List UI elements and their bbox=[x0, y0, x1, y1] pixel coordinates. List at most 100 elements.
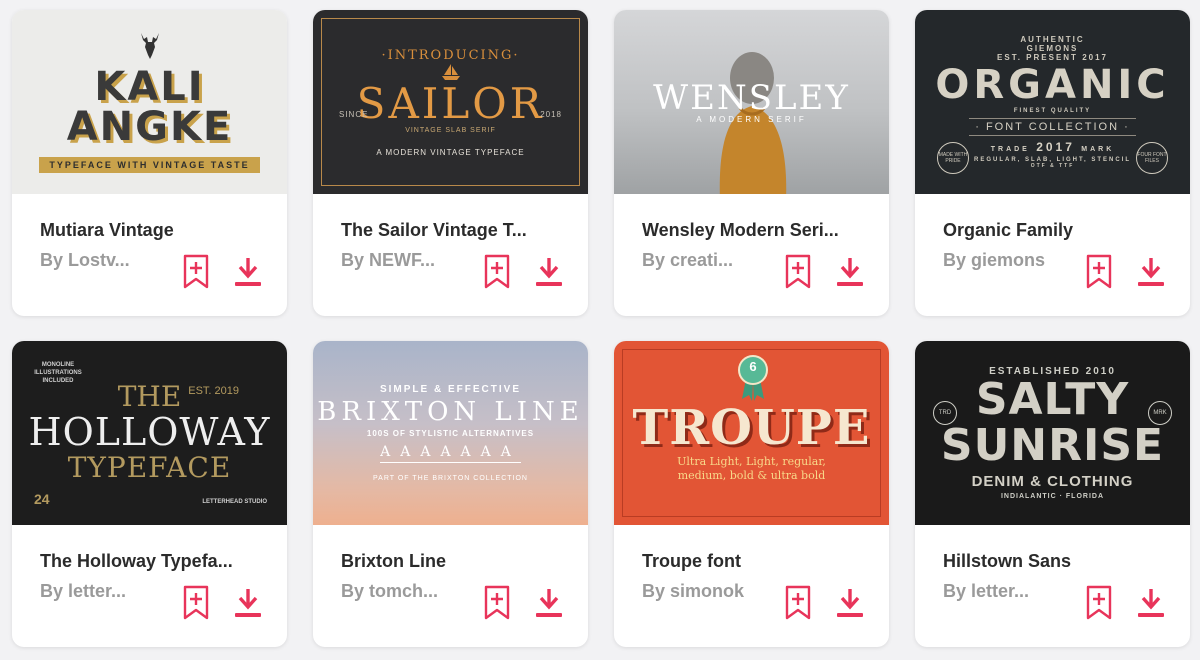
font-title[interactable]: Hillstown Sans bbox=[943, 551, 1153, 572]
card-info: The Holloway Typefa... By letter... bbox=[12, 525, 287, 647]
bookmark-add-icon bbox=[1086, 585, 1112, 620]
preview-location: INDIALANTIC · FLORIDA bbox=[1000, 493, 1105, 500]
preview-tagline: TYPEFACE WITH VINTAGE TASTE bbox=[39, 157, 260, 173]
bookmark-button[interactable] bbox=[483, 254, 511, 290]
preview-subtitle: TYPEFACE bbox=[67, 451, 232, 484]
font-preview-image[interactable]: SIMPLE & EFFECTIVE BRIXTON LINE 100S OF … bbox=[313, 341, 588, 525]
download-button[interactable] bbox=[234, 256, 262, 288]
bookmark-button[interactable] bbox=[1085, 585, 1113, 621]
download-button[interactable] bbox=[234, 587, 262, 619]
preview-badge-right: MRK bbox=[1148, 401, 1172, 425]
preview-trade: TRADE bbox=[990, 146, 1030, 153]
download-button[interactable] bbox=[535, 587, 563, 619]
font-preview-image[interactable]: ·INTRODUCING· SINCE 2018 SAILOR VINTAGE … bbox=[313, 10, 588, 194]
preview-subtitle: A MODERN SERIF bbox=[696, 114, 807, 124]
card-info: Wensley Modern Seri... By creati... bbox=[614, 194, 889, 316]
font-preview-image[interactable]: ESTABLISHED 2010 SALTY SUNRISE DENIM & C… bbox=[915, 341, 1190, 525]
font-author[interactable]: By letter... bbox=[943, 581, 1083, 602]
font-title[interactable]: The Sailor Vintage T... bbox=[341, 220, 551, 241]
font-title[interactable]: Mutiara Vintage bbox=[40, 220, 250, 241]
font-card[interactable]: ·INTRODUCING· SINCE 2018 SAILOR VINTAGE … bbox=[313, 10, 588, 316]
font-author[interactable]: By creati... bbox=[642, 250, 782, 271]
preview-the: THE bbox=[117, 380, 182, 413]
font-author[interactable]: By letter... bbox=[40, 581, 180, 602]
download-button[interactable] bbox=[836, 587, 864, 619]
preview-headline: BRIXTON LINE bbox=[317, 397, 584, 427]
preview-est-row: EST. PRESENT 2017 bbox=[997, 53, 1108, 62]
preview-top-text: SIMPLE & EFFECTIVE bbox=[379, 384, 521, 395]
font-title[interactable]: The Holloway Typefa... bbox=[40, 551, 250, 572]
preview-formats: OTF & TTF bbox=[1030, 163, 1075, 169]
font-card[interactable]: AUTHENTIC GIEMONS EST. PRESENT 2017 ORGA… bbox=[915, 10, 1190, 316]
bookmark-add-icon bbox=[785, 585, 811, 620]
font-card[interactable]: ESTABLISHED 2010 SALTY SUNRISE DENIM & C… bbox=[915, 341, 1190, 647]
preview-collection: · FONT COLLECTION · bbox=[969, 118, 1136, 136]
font-grid: KALI ANGKE TYPEFACE WITH VINTAGE TASTE M… bbox=[12, 10, 1190, 647]
card-info: Organic Family By giemons bbox=[915, 194, 1190, 316]
preview-subtitle: DENIM & CLOTHING bbox=[971, 473, 1134, 490]
preview-studio: LETTERHEAD STUDIO bbox=[202, 499, 267, 505]
bookmark-button[interactable] bbox=[483, 585, 511, 621]
font-author[interactable]: By NEWF... bbox=[341, 250, 481, 271]
preview-est: EST. 2019 bbox=[188, 385, 239, 397]
download-icon bbox=[235, 258, 261, 286]
bookmark-add-icon bbox=[183, 585, 209, 620]
bookmark-button[interactable] bbox=[1085, 254, 1113, 290]
font-card[interactable]: 6 TROUPE Ultra Light, Light, regular, me… bbox=[614, 341, 889, 647]
font-preview-image[interactable]: AUTHENTIC GIEMONS EST. PRESENT 2017 ORGA… bbox=[915, 10, 1190, 194]
font-card[interactable]: WENSLEY A MODERN SERIF Wensley Modern Se… bbox=[614, 10, 889, 316]
font-preview-image[interactable]: KALI ANGKE TYPEFACE WITH VINTAGE TASTE bbox=[12, 10, 287, 194]
preview-year: 2018 bbox=[540, 110, 562, 119]
font-title[interactable]: Brixton Line bbox=[341, 551, 551, 572]
preview-badge-number: 6 bbox=[749, 359, 757, 374]
font-author[interactable]: By simonok bbox=[642, 581, 782, 602]
preview-mark: MARK bbox=[1081, 146, 1115, 153]
download-button[interactable] bbox=[535, 256, 563, 288]
bookmark-add-icon bbox=[785, 254, 811, 289]
preview-frame bbox=[321, 18, 580, 186]
preview-subtitle: 100S OF STYLISTIC ALTERNATIVES bbox=[366, 429, 535, 438]
preview-badge-left: MADE WITH PRIDE bbox=[937, 142, 969, 174]
download-icon bbox=[1138, 589, 1164, 617]
download-icon bbox=[1138, 258, 1164, 286]
bookmark-button[interactable] bbox=[784, 585, 812, 621]
download-button[interactable] bbox=[836, 256, 864, 288]
download-icon bbox=[837, 258, 863, 286]
preview-trade-row: TRADE 2017 MARK bbox=[991, 140, 1115, 154]
download-button[interactable] bbox=[1137, 256, 1165, 288]
bookmark-add-icon bbox=[484, 585, 510, 620]
card-info: Mutiara Vintage By Lostv... bbox=[12, 194, 287, 316]
font-title[interactable]: Organic Family bbox=[943, 220, 1153, 241]
font-author[interactable]: By tomch... bbox=[341, 581, 481, 602]
deer-head-icon bbox=[140, 33, 159, 59]
font-card[interactable]: MONOLINE ILLUSTRATIONS INCLUDED EST. 201… bbox=[12, 341, 287, 647]
preview-headline: WENSLEY bbox=[653, 77, 850, 118]
preview-top-text: AUTHENTIC bbox=[1020, 35, 1085, 44]
bookmark-add-icon bbox=[484, 254, 510, 289]
font-card[interactable]: SIMPLE & EFFECTIVE BRIXTON LINE 100S OF … bbox=[313, 341, 588, 647]
font-author[interactable]: By Lostv... bbox=[40, 250, 180, 271]
preview-quality: QUALITY bbox=[1050, 108, 1092, 114]
preview-headline: ANGKE bbox=[66, 104, 233, 150]
preview-quality-row: FINEST QUALITY bbox=[1014, 108, 1091, 114]
bookmark-add-icon bbox=[1086, 254, 1112, 289]
download-button[interactable] bbox=[1137, 587, 1165, 619]
font-title[interactable]: Troupe font bbox=[642, 551, 852, 572]
bookmark-button[interactable] bbox=[182, 585, 210, 621]
font-preview-image[interactable]: WENSLEY A MODERN SERIF bbox=[614, 10, 889, 194]
font-author[interactable]: By giemons bbox=[943, 250, 1083, 271]
preview-badge-right: FOUR FONT FILES bbox=[1136, 142, 1168, 174]
font-preview-image[interactable]: 6 TROUPE Ultra Light, Light, regular, me… bbox=[614, 341, 889, 525]
card-info: Troupe font By simonok bbox=[614, 525, 889, 647]
preview-present: PRESENT bbox=[1026, 53, 1078, 62]
preview-extras: MONOLINE ILLUSTRATIONS INCLUDED bbox=[34, 362, 82, 384]
font-preview-image[interactable]: MONOLINE ILLUSTRATIONS INCLUDED EST. 201… bbox=[12, 341, 287, 525]
download-icon bbox=[536, 589, 562, 617]
bookmark-button[interactable] bbox=[182, 254, 210, 290]
font-title[interactable]: Wensley Modern Seri... bbox=[642, 220, 852, 241]
preview-headline: SALTY bbox=[975, 374, 1130, 425]
download-icon bbox=[235, 589, 261, 617]
font-card[interactable]: KALI ANGKE TYPEFACE WITH VINTAGE TASTE M… bbox=[12, 10, 287, 316]
card-info: Hillstown Sans By letter... bbox=[915, 525, 1190, 647]
bookmark-button[interactable] bbox=[784, 254, 812, 290]
